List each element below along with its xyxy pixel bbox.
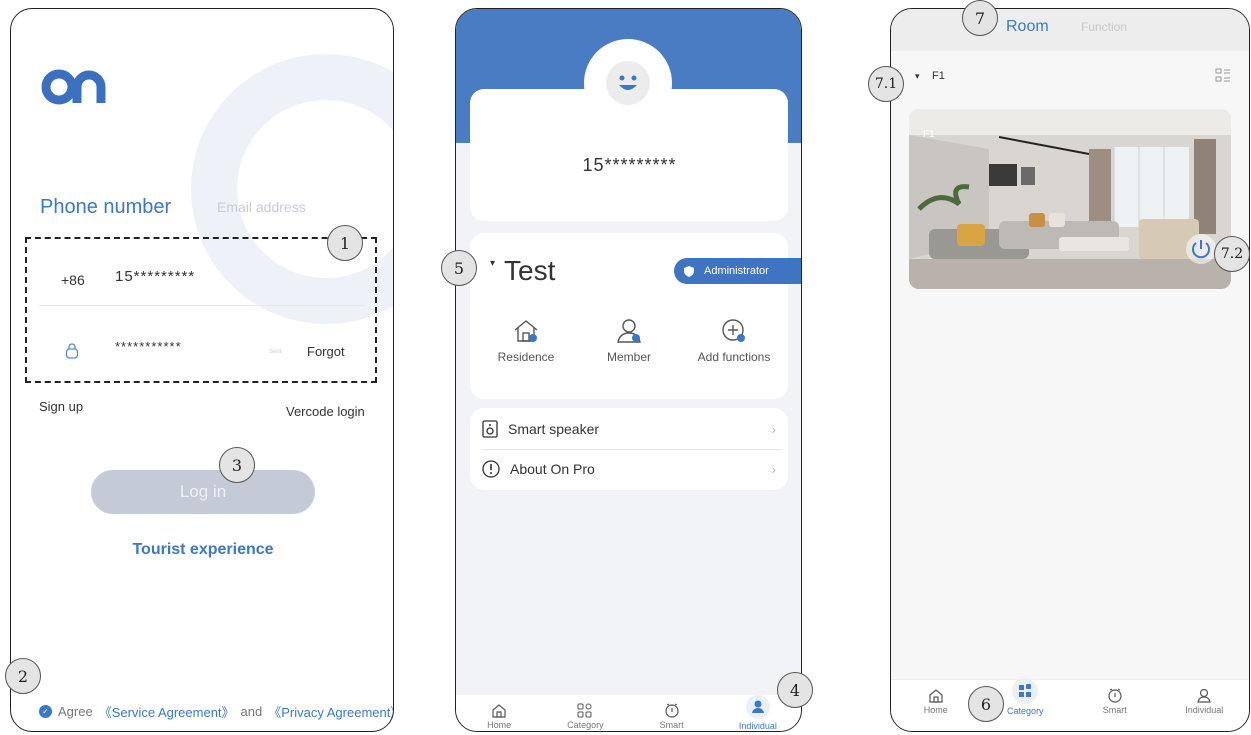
nav-individual-label: Individual xyxy=(738,721,777,731)
administrator-label: Administrator xyxy=(704,265,769,277)
nav-home[interactable]: Home xyxy=(891,680,981,731)
and-label: and xyxy=(240,704,263,719)
power-icon[interactable] xyxy=(1185,233,1217,265)
chevron-right-icon: › xyxy=(771,461,776,477)
speaker-icon xyxy=(482,420,498,438)
home-name[interactable]: Test xyxy=(504,255,555,287)
nav-category-label: Category xyxy=(1006,706,1044,716)
nav-smart[interactable]: Smart xyxy=(629,695,715,731)
user-phone: 15********* xyxy=(582,155,677,175)
living-room-photo xyxy=(909,109,1231,289)
callout-marker: 5 xyxy=(441,250,477,286)
caret-down-icon[interactable]: ▾ xyxy=(490,258,495,269)
tab-room[interactable]: Room xyxy=(1006,18,1049,36)
tourist-experience-link[interactable]: Tourist experience xyxy=(11,541,393,559)
grid-icon xyxy=(1012,678,1039,704)
administrator-badge: Administrator xyxy=(674,258,801,284)
room-card-label: F1 xyxy=(923,129,935,140)
person-icon xyxy=(617,319,641,343)
smart-speaker-row[interactable]: Smart speaker › xyxy=(472,409,788,449)
about-label: About On Pro xyxy=(510,461,595,477)
add-functions-label: Add functions xyxy=(697,350,771,364)
app-logo xyxy=(41,69,106,105)
agree-label: Agree xyxy=(58,704,93,719)
nav-smart-label: Smart xyxy=(1102,705,1127,715)
room-screen: Room Function ▾ F1 F1 Home Category Smar… xyxy=(890,8,1250,732)
info-icon xyxy=(482,460,500,478)
service-agreement-link[interactable]: 《Service Agreement》 xyxy=(99,702,235,721)
room-card[interactable]: F1 xyxy=(909,109,1231,289)
callout-marker: 3 xyxy=(219,447,255,483)
login-screen: Phone number Email address +86 15*******… xyxy=(10,8,394,732)
agree-checkbox[interactable]: ✓ xyxy=(39,705,52,718)
about-row[interactable]: About On Pro › xyxy=(472,449,788,489)
floor-selector[interactable]: F1 xyxy=(932,70,945,82)
face-icon xyxy=(606,61,650,105)
password-input[interactable]: *********** xyxy=(115,339,182,354)
residence-button[interactable]: Residence xyxy=(486,318,566,364)
nav-home-label: Home xyxy=(487,720,512,730)
forgot-link[interactable]: Forgot xyxy=(307,344,345,359)
nav-category[interactable]: Category xyxy=(542,695,628,731)
country-code[interactable]: +86 xyxy=(61,272,85,288)
callout-marker: 2 xyxy=(5,658,41,694)
bottom-nav: Home Category Smart Individual xyxy=(891,678,1250,731)
avatar[interactable] xyxy=(584,39,672,127)
callout-marker: 7 xyxy=(962,0,998,36)
tab-email-address[interactable]: Email address xyxy=(217,199,306,215)
callout-marker: 1 xyxy=(327,225,363,261)
list-view-icon[interactable] xyxy=(1215,68,1231,84)
show-password-toggle[interactable]: Sent xyxy=(269,349,281,355)
smart-speaker-label: Smart speaker xyxy=(508,421,600,437)
timer-icon xyxy=(665,703,679,718)
tab-function[interactable]: Function xyxy=(1081,20,1127,34)
nav-smart[interactable]: Smart xyxy=(1070,680,1160,731)
lock-icon xyxy=(65,343,79,359)
home-icon xyxy=(929,689,943,703)
credentials-highlight xyxy=(25,237,377,383)
sign-up-link[interactable]: Sign up xyxy=(39,399,83,414)
member-button[interactable]: Member xyxy=(589,318,669,364)
nav-category-label: Category xyxy=(567,720,604,730)
nav-individual-label: Individual xyxy=(1185,705,1224,715)
login-button[interactable]: Log in xyxy=(91,470,315,514)
callout-marker: 7.1 xyxy=(868,66,904,102)
add-icon xyxy=(722,319,745,342)
callout-marker: 4 xyxy=(777,672,813,708)
bottom-nav: Home Category Smart Individual xyxy=(456,695,801,731)
divider xyxy=(39,305,365,306)
residence-label: Residence xyxy=(497,350,555,364)
privacy-agreement-link[interactable]: 《Privacy Agreement》 xyxy=(268,702,393,721)
callout-marker: 6 xyxy=(968,686,1004,722)
callout-marker: 7.2 xyxy=(1214,236,1250,272)
member-label: Member xyxy=(606,350,651,364)
vercode-login-link[interactable]: Vercode login xyxy=(286,404,365,419)
phone-input[interactable]: 15********* xyxy=(115,268,195,285)
grid-icon xyxy=(577,703,592,718)
tab-phone-number[interactable]: Phone number xyxy=(40,196,171,219)
timer-icon xyxy=(1108,688,1122,703)
nav-home[interactable]: Home xyxy=(456,695,542,731)
top-tab-bar xyxy=(891,9,1249,51)
add-functions-button[interactable]: Add functions xyxy=(686,318,782,364)
home-icon xyxy=(492,704,506,718)
person-icon xyxy=(745,695,770,719)
caret-down-icon[interactable]: ▾ xyxy=(915,71,920,82)
shield-icon xyxy=(684,265,694,277)
profile-screen: 15********* ▾ Test Administrator Residen… xyxy=(455,8,802,732)
chevron-right-icon: › xyxy=(771,421,776,437)
nav-smart-label: Smart xyxy=(659,720,684,730)
house-icon xyxy=(514,320,538,342)
person-icon xyxy=(1197,688,1211,703)
nav-individual[interactable]: Individual xyxy=(1160,680,1250,731)
agreement-row: ✓ Agree 《Service Agreement》 and 《Privacy… xyxy=(39,702,393,721)
nav-home-label: Home xyxy=(923,705,948,715)
